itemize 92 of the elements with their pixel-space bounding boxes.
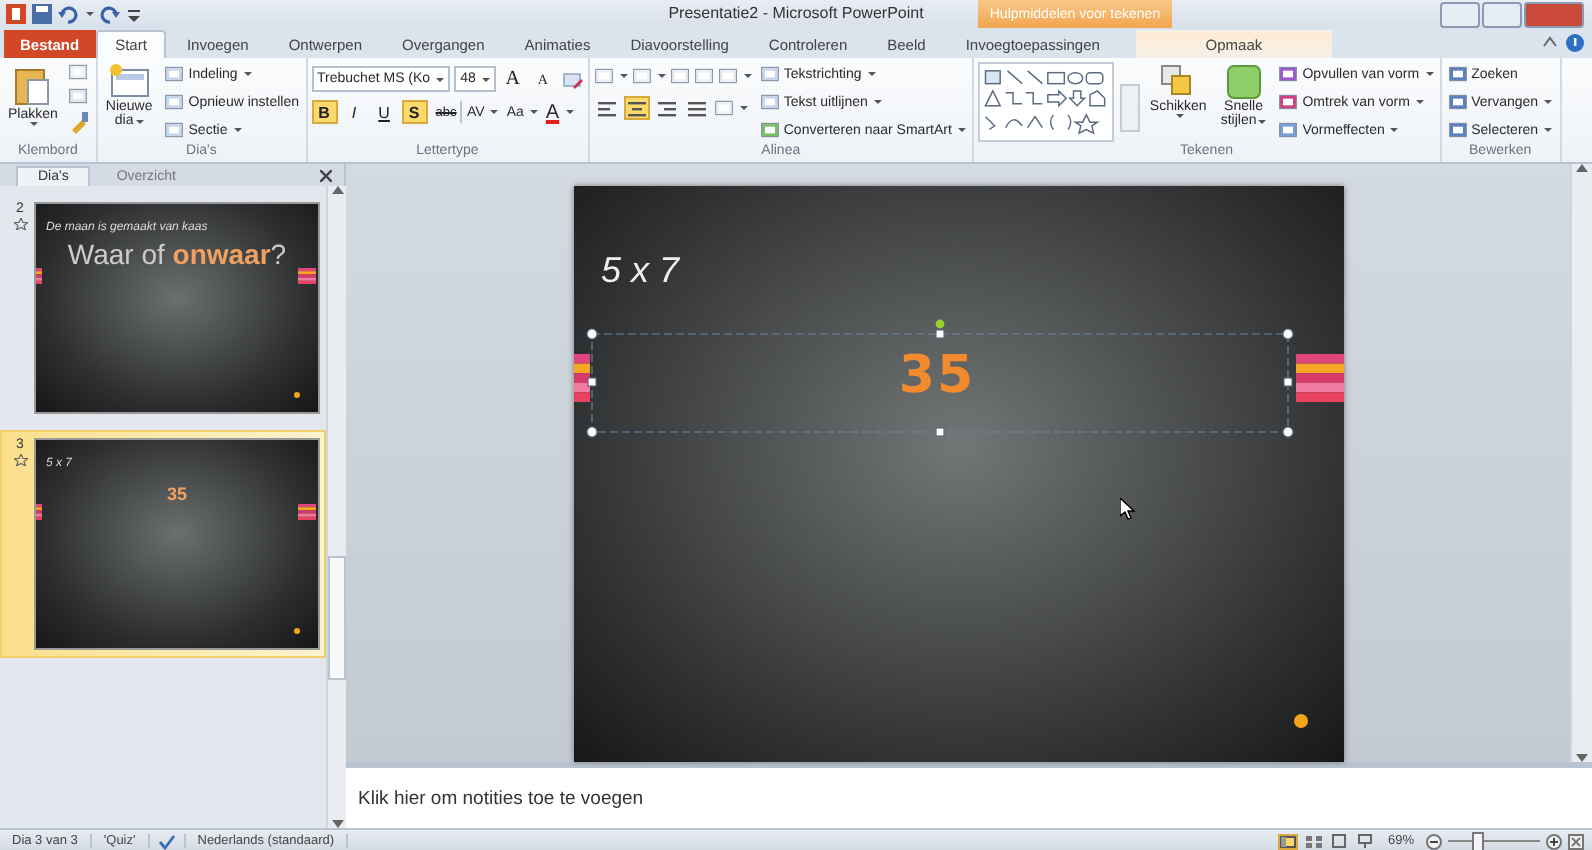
maximize-button[interactable] bbox=[1482, 1, 1522, 27]
caret-icon bbox=[867, 72, 876, 76]
caret-icon bbox=[243, 72, 252, 76]
thumbnail-heading: Waar of onwaar? bbox=[65, 238, 289, 270]
caret-icon bbox=[86, 12, 94, 16]
caret-icon bbox=[657, 74, 666, 78]
stripe-decoration bbox=[1295, 354, 1343, 402]
format-toggle[interactable]: S bbox=[401, 100, 428, 124]
gallery-scrollbar[interactable] bbox=[1119, 83, 1140, 131]
animation-icon bbox=[13, 454, 27, 466]
customize-icon[interactable] bbox=[126, 4, 142, 24]
format-toggle[interactable]: I bbox=[341, 100, 368, 124]
arrange-icon bbox=[1160, 64, 1197, 100]
caret-icon bbox=[29, 122, 38, 127]
align-button[interactable] bbox=[683, 96, 710, 120]
sorter-view-button[interactable] bbox=[1303, 833, 1324, 849]
caret-icon bbox=[529, 110, 538, 114]
caret-icon bbox=[957, 128, 966, 132]
book-icon bbox=[1332, 834, 1347, 848]
normal-view-button[interactable] bbox=[1277, 833, 1298, 849]
dot-decoration bbox=[294, 392, 300, 398]
brush-icon[interactable] bbox=[67, 110, 92, 134]
reading-view-button[interactable] bbox=[1329, 833, 1350, 849]
caret-icon bbox=[739, 106, 748, 110]
align-button[interactable] bbox=[593, 96, 620, 120]
stripe-decoration bbox=[573, 354, 589, 402]
align-icon bbox=[685, 98, 708, 118]
clear-format-icon[interactable] bbox=[559, 67, 584, 91]
minimize-ribbon-icon[interactable] bbox=[1542, 34, 1558, 50]
font-color-button[interactable]: A bbox=[543, 100, 576, 124]
stripe-decoration bbox=[36, 268, 42, 284]
align-button[interactable] bbox=[623, 96, 650, 120]
fit-window-icon[interactable] bbox=[1568, 833, 1584, 849]
close-icon[interactable] bbox=[320, 170, 332, 182]
align-icon bbox=[595, 98, 618, 118]
animation-icon bbox=[13, 218, 27, 230]
caret-icon bbox=[233, 128, 242, 132]
mouse-pointer-icon bbox=[1119, 498, 1135, 520]
caret-icon bbox=[743, 74, 752, 78]
grow-font-button[interactable]: A bbox=[499, 67, 526, 91]
caret-icon bbox=[873, 100, 882, 104]
scrollbar-thumb[interactable] bbox=[328, 555, 346, 679]
slideshow-button[interactable] bbox=[1355, 833, 1376, 849]
minimize-button[interactable] bbox=[1440, 1, 1480, 27]
format-toggle[interactable]: U bbox=[371, 100, 398, 124]
normal-view-icon bbox=[1279, 835, 1296, 847]
slide-title: 5 x 7 bbox=[601, 250, 680, 292]
clipboard-icon bbox=[12, 64, 53, 108]
caret-icon bbox=[1544, 128, 1553, 132]
plus-icon bbox=[1548, 835, 1560, 847]
stripe-decoration bbox=[298, 504, 316, 520]
caret-icon bbox=[565, 110, 574, 114]
window-title: Presentatie2 - Microsoft PowerPoint bbox=[668, 4, 924, 22]
caret-icon bbox=[1425, 72, 1434, 76]
dot-decoration bbox=[1293, 714, 1307, 728]
stripe-decoration bbox=[298, 268, 316, 284]
caret-icon bbox=[436, 77, 445, 81]
caret-icon bbox=[1390, 128, 1399, 132]
stripe-decoration bbox=[36, 504, 42, 520]
selection-frame[interactable] bbox=[583, 318, 1295, 442]
caret-icon bbox=[1544, 100, 1553, 104]
undo-icon[interactable] bbox=[58, 4, 78, 24]
caret-icon bbox=[1258, 120, 1267, 125]
spellcheck-icon[interactable] bbox=[157, 833, 176, 849]
close-button[interactable] bbox=[1524, 1, 1584, 27]
zoom-in-button[interactable] bbox=[1546, 833, 1562, 849]
shapes-gallery[interactable] bbox=[977, 62, 1114, 142]
align-button[interactable] bbox=[653, 96, 680, 120]
slide-canvas[interactable]: 5 x 7 35 bbox=[573, 186, 1343, 762]
zoom-out-button[interactable] bbox=[1426, 833, 1442, 849]
align-icon bbox=[655, 98, 678, 118]
caret-icon bbox=[135, 120, 144, 125]
slide-icon bbox=[107, 64, 152, 100]
screen-icon bbox=[1358, 834, 1373, 848]
minus-icon bbox=[1428, 835, 1440, 847]
app-icon[interactable] bbox=[6, 4, 26, 24]
dot-decoration bbox=[294, 628, 300, 634]
redo-icon[interactable] bbox=[100, 4, 120, 24]
zoom-slider[interactable] bbox=[1471, 832, 1484, 850]
notes-field[interactable]: Klik hier om notities toe te voegen bbox=[346, 762, 1592, 828]
align-icon bbox=[625, 98, 648, 118]
format-toggle[interactable]: B bbox=[311, 100, 338, 124]
caret-icon bbox=[481, 77, 490, 81]
caret-icon bbox=[490, 110, 499, 114]
caret-icon bbox=[619, 74, 628, 78]
save-icon[interactable] bbox=[32, 4, 52, 24]
styles-icon bbox=[1225, 64, 1262, 100]
caret-icon bbox=[1175, 114, 1184, 119]
caret-icon bbox=[1415, 100, 1424, 104]
thumbnail-heading: 35 bbox=[164, 484, 189, 504]
help-icon[interactable] bbox=[1566, 34, 1584, 52]
grid-icon bbox=[1305, 835, 1322, 847]
